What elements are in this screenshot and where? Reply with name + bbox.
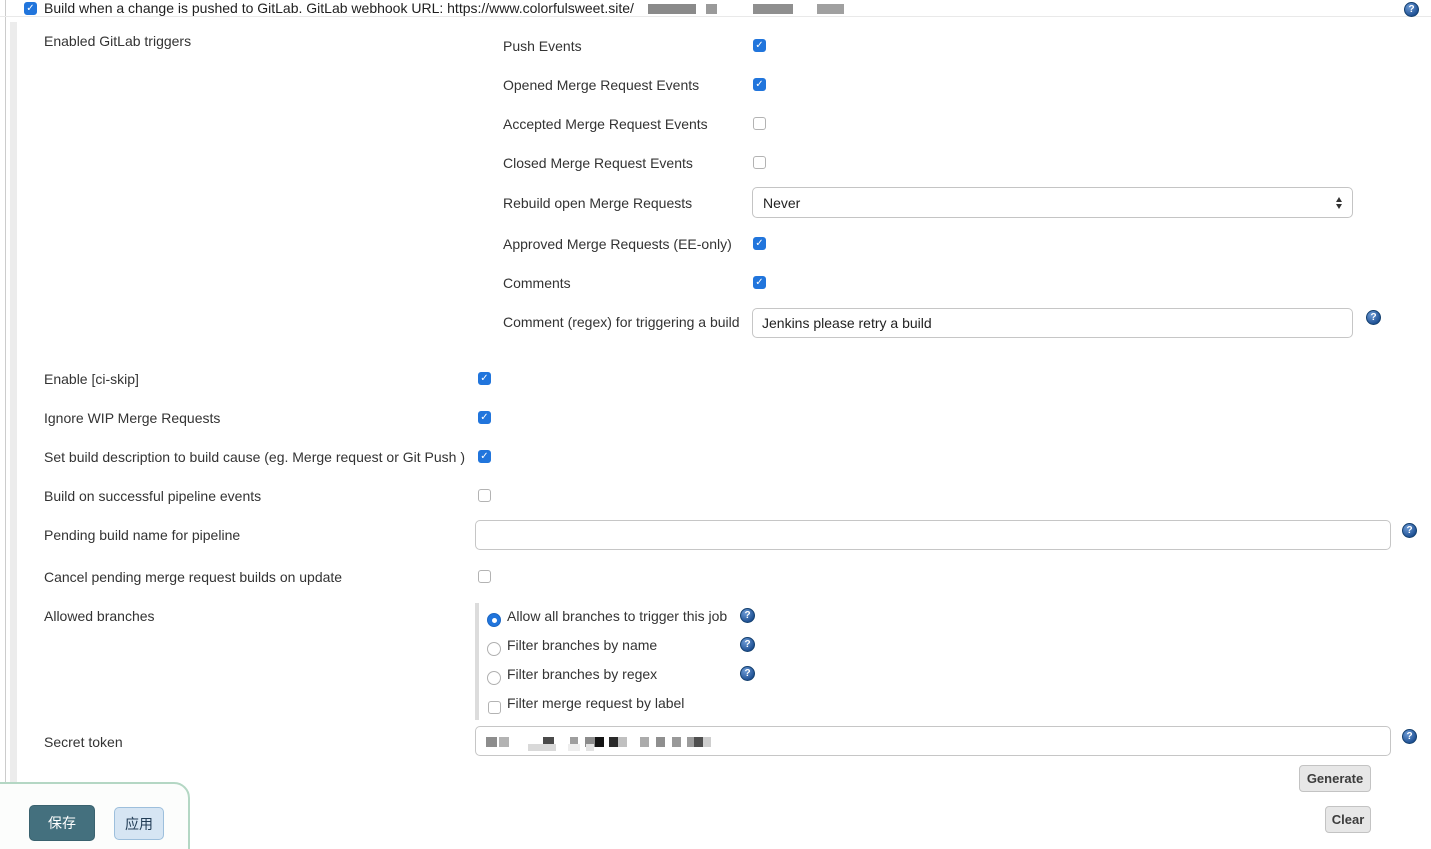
comment-regex-input[interactable] [752, 308, 1353, 338]
filter-mr-label-label: Filter merge request by label [507, 695, 684, 711]
filter-mr-label-checkbox[interactable] [488, 701, 501, 714]
rebuild-open-mr-selected-value: Never [763, 195, 800, 211]
allow-all-branches-radio[interactable] [487, 613, 501, 627]
generate-button[interactable]: Generate [1299, 765, 1371, 792]
approved-mr-checkbox[interactable] [753, 237, 766, 250]
build-on-pipeline-checkbox[interactable] [478, 489, 491, 502]
accepted-mr-events-label: Accepted Merge Request Events [503, 116, 708, 132]
filter-branches-name-label: Filter branches by name [507, 637, 657, 653]
build-on-pipeline-label: Build on successful pipeline events [44, 488, 261, 504]
allowed-branches-label: Allowed branches [44, 608, 155, 624]
rebuild-open-mr-select[interactable]: Never [752, 187, 1353, 218]
help-icon[interactable]: ? [1366, 310, 1381, 325]
radio-group-stripe [475, 603, 479, 720]
push-events-label: Push Events [503, 38, 582, 54]
push-events-checkbox[interactable] [753, 39, 766, 52]
closed-mr-events-label: Closed Merge Request Events [503, 155, 693, 171]
pending-build-name-input[interactable] [475, 520, 1391, 550]
help-icon[interactable]: ? [1402, 729, 1417, 744]
set-build-description-checkbox[interactable] [478, 450, 491, 463]
opened-mr-events-label: Opened Merge Request Events [503, 77, 699, 93]
redacted-token [486, 736, 711, 747]
rebuild-open-mr-label: Rebuild open Merge Requests [503, 195, 692, 211]
filter-branches-regex-label: Filter branches by regex [507, 666, 657, 682]
section-indent-stripe [10, 22, 17, 782]
comment-regex-label: Comment (regex) for triggering a build [503, 314, 740, 330]
accepted-mr-events-checkbox[interactable] [753, 117, 766, 130]
help-icon[interactable]: ? [1404, 2, 1419, 17]
help-icon[interactable]: ? [740, 608, 755, 623]
ci-skip-checkbox[interactable] [478, 372, 491, 385]
gitlab-trigger-config-page: Build when a change is pushed to GitLab.… [0, 0, 1431, 849]
help-icon[interactable]: ? [740, 637, 755, 652]
ci-skip-label: Enable [ci-skip] [44, 371, 139, 387]
header-divider [0, 16, 1431, 17]
clear-button[interactable]: Clear [1325, 806, 1371, 833]
opened-mr-events-checkbox[interactable] [753, 78, 766, 91]
apply-button[interactable]: 应用 [114, 807, 164, 840]
save-button[interactable]: 保存 [29, 805, 95, 841]
closed-mr-events-checkbox[interactable] [753, 156, 766, 169]
approved-mr-label: Approved Merge Requests (EE-only) [503, 236, 732, 252]
ignore-wip-checkbox[interactable] [478, 411, 491, 424]
redacted-token-lower [528, 744, 594, 751]
comments-label: Comments [503, 275, 571, 291]
help-icon[interactable]: ? [740, 666, 755, 681]
secret-token-input[interactable] [475, 726, 1391, 756]
redacted-url-part [648, 3, 844, 15]
help-icon[interactable]: ? [1402, 523, 1417, 538]
cancel-pending-checkbox[interactable] [478, 570, 491, 583]
set-build-description-label: Set build description to build cause (eg… [44, 449, 465, 465]
ignore-wip-label: Ignore WIP Merge Requests [44, 410, 220, 426]
comments-checkbox[interactable] [753, 276, 766, 289]
trigger-title: Build when a change is pushed to GitLab.… [44, 0, 634, 16]
select-arrows-icon [1336, 197, 1342, 209]
filter-branches-name-radio[interactable] [487, 642, 501, 656]
cancel-pending-label: Cancel pending merge request builds on u… [44, 569, 342, 585]
build-when-pushed-checkbox[interactable] [24, 2, 37, 15]
allow-all-branches-label: Allow all branches to trigger this job [507, 608, 727, 624]
filter-branches-regex-radio[interactable] [487, 671, 501, 685]
secret-token-label: Secret token [44, 734, 123, 750]
save-apply-panel: 保存 应用 [0, 782, 190, 849]
pending-build-name-label: Pending build name for pipeline [44, 527, 240, 543]
left-border-line [5, 0, 6, 849]
enabled-triggers-label: Enabled GitLab triggers [44, 33, 191, 49]
